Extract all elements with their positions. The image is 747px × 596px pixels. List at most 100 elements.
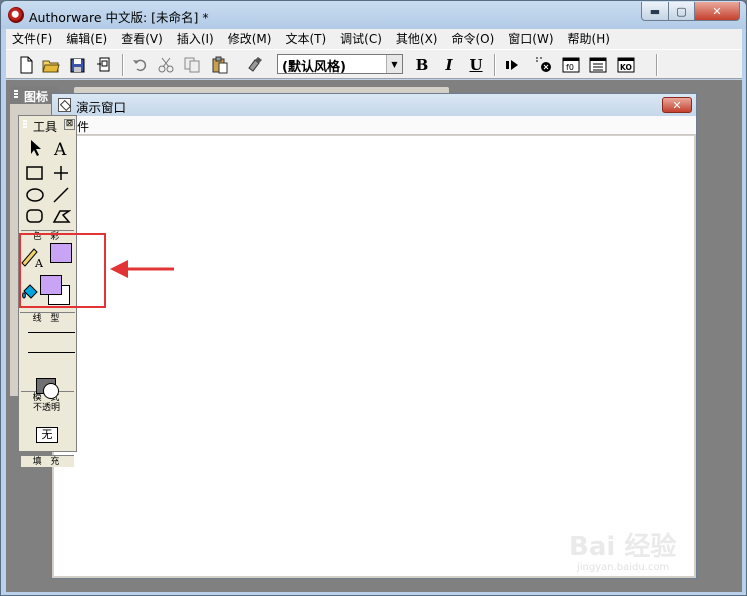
menu-window[interactable]: 窗口(W) [501, 29, 560, 49]
control-panel-icon [536, 57, 551, 72]
chevron-down-icon[interactable]: ▼ [386, 55, 402, 73]
line-tool[interactable] [49, 163, 73, 183]
fill-value-box[interactable]: 无 [36, 427, 58, 443]
crosshair-icon [54, 166, 68, 180]
grip-icon [22, 119, 28, 129]
undo-icon [133, 59, 147, 72]
menu-view[interactable]: 查看(V) [114, 29, 170, 49]
tools-close-button[interactable]: ⊠ [64, 119, 75, 130]
knowledge-objects-button[interactable]: KO [616, 55, 636, 75]
grip-icon [13, 89, 19, 99]
section-fill-label: 填 充 [21, 455, 74, 467]
underline-button[interactable]: U [466, 55, 486, 75]
paste-icon [212, 56, 228, 74]
window-title: Authorware 中文版: [未命名] * [29, 10, 209, 25]
presentation-menu-bar: 件 [52, 116, 696, 135]
run-button[interactable] [502, 55, 522, 75]
rectangle-icon [26, 166, 43, 180]
maximize-button[interactable]: ▢ [668, 2, 695, 21]
variables-button[interactable] [588, 55, 608, 75]
open-icon [42, 60, 60, 73]
menu-edit[interactable]: 编辑(E) [59, 29, 114, 49]
style-dropdown[interactable]: (默认风格) ▼ [277, 54, 403, 75]
text-tool[interactable]: A [49, 138, 73, 158]
mode-circle-icon [43, 383, 59, 399]
tools-palette-title: 工具 [33, 120, 58, 134]
find-icon [248, 57, 262, 72]
presentation-close-button[interactable]: ✕ [662, 97, 692, 113]
ellipse-icon [26, 188, 44, 202]
functions-icon: f0 [562, 57, 580, 73]
menu-other[interactable]: 其他(X) [389, 29, 445, 49]
authorware-logo-icon [8, 7, 24, 23]
variables-icon [589, 57, 607, 73]
rounded-rect-tool[interactable] [23, 206, 47, 226]
copy-button[interactable] [182, 55, 202, 75]
toolbar-separator [494, 54, 496, 76]
menu-insert[interactable]: 插入(I) [170, 29, 221, 49]
italic-button[interactable]: I [439, 55, 459, 75]
cut-button[interactable] [156, 55, 176, 75]
pointer-tool[interactable] [23, 138, 47, 158]
watermark-brand: Bai 经验 [569, 532, 677, 562]
import-icon [97, 57, 110, 72]
control-panel-button[interactable] [534, 55, 554, 75]
minimize-icon: ▬ [649, 4, 661, 18]
highlight-box [19, 233, 106, 308]
menu-file[interactable]: 文件(F) [6, 29, 59, 49]
menu-command[interactable]: 命令(O) [444, 29, 501, 49]
close-icon: ✕ [672, 98, 682, 112]
paste-button[interactable] [210, 55, 230, 75]
run-icon [506, 60, 518, 70]
close-button[interactable]: ✕ [694, 2, 740, 21]
presentation-canvas[interactable] [54, 136, 694, 576]
new-button[interactable] [16, 55, 36, 75]
pointer-arrow-icon [110, 260, 174, 278]
style-dropdown-value: (默认风格) [282, 60, 346, 75]
knowledge-objects-icon: KO [617, 57, 635, 73]
open-button[interactable] [41, 55, 61, 75]
rounded-rectangle-icon [26, 209, 43, 223]
tools-palette-header[interactable]: 工具 ⊠ [19, 116, 76, 134]
presentation-title-bar[interactable]: 演示窗口 ✕ [52, 94, 696, 116]
menu-bar: 文件(F) 编辑(E) 查看(V) 插入(I) 修改(M) 文本(T) 调试(C… [6, 29, 742, 49]
rectangle-tool[interactable] [23, 163, 47, 183]
svg-text:f0: f0 [566, 63, 574, 72]
save-all-button[interactable] [68, 55, 88, 75]
text-a-icon: A [53, 140, 67, 157]
svg-text:KO: KO [620, 63, 632, 72]
polygon-icon [52, 210, 71, 223]
menu-text[interactable]: 文本(T) [278, 29, 333, 49]
functions-button[interactable]: f0 [561, 55, 581, 75]
import-button[interactable] [94, 55, 114, 75]
mode-value: 不透明 [32, 403, 60, 413]
bold-button[interactable]: B [412, 55, 432, 75]
menu-debug[interactable]: 调试(C) [333, 29, 389, 49]
menu-help[interactable]: 帮助(H) [561, 29, 617, 49]
watermark: Bai 经验 jingyan.baidu.com [569, 518, 719, 578]
maximize-icon: ▢ [676, 4, 687, 18]
find-button[interactable] [245, 55, 265, 75]
presentation-menu-file[interactable]: 件 [77, 118, 89, 135]
title-bar[interactable]: Authorware 中文版: [未命名] * ▬ ▢ ✕ [1, 1, 746, 29]
section-line-label: 线 型 [20, 312, 75, 324]
line-style-thin[interactable] [28, 332, 75, 333]
toolbar: (默认风格) ▼ B I U f0 KO [6, 49, 742, 79]
toolbar-separator [122, 54, 124, 76]
save-all-icon [70, 58, 85, 73]
diagonal-line-icon [53, 187, 69, 203]
ellipse-tool[interactable] [23, 185, 47, 205]
polygon-tool[interactable] [49, 206, 73, 226]
close-icon: ✕ [712, 4, 722, 18]
app-window: Authorware 中文版: [未命名] * ▬ ▢ ✕ 文件(F) 编辑(E… [0, 0, 747, 596]
svg-text:A: A [53, 140, 67, 157]
undo-button[interactable] [130, 55, 150, 75]
diagonal-line-tool[interactable] [49, 185, 73, 205]
copy-icon [184, 57, 200, 73]
menu-modify[interactable]: 修改(M) [221, 29, 279, 49]
workspace: 图标 演示窗口 ✕ 件 工具 ⊠ A 色 彩 A 模 式 填 充 线 型 不透明… [6, 80, 742, 592]
minimize-button[interactable]: ▬ [641, 2, 669, 21]
cursor-arrow-icon [31, 140, 41, 156]
new-icon [20, 56, 33, 74]
line-style-default[interactable] [28, 352, 75, 353]
